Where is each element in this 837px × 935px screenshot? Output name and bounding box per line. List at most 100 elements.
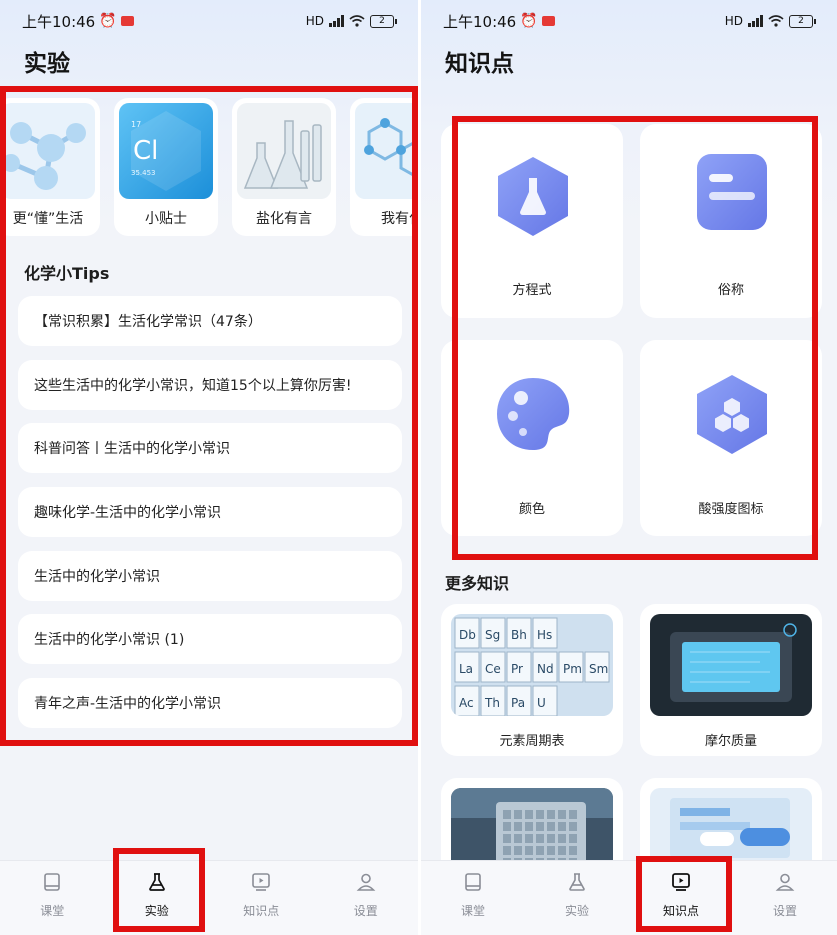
- nav-item-settings[interactable]: 设置: [733, 861, 837, 935]
- experiment-screen: 上午10:46 ⏰ HD 2 实验 更“懂”生活 17 Cl 35.453 小贴…: [0, 0, 418, 935]
- hexagon-cluster-icon: [697, 375, 767, 454]
- nav-label: 实验: [144, 904, 169, 918]
- status-bar: 上午10:46 ⏰ HD 2: [443, 10, 816, 32]
- plate-well: [525, 822, 533, 831]
- plate-well: [514, 810, 522, 819]
- list-item[interactable]: 趣味化学-生活中的化学小常识: [18, 487, 402, 538]
- feature-carousel[interactable]: 更“懂”生活 17 Cl 35.453 小贴士 盐化有言 我有化: [0, 98, 418, 238]
- plate-well: [558, 846, 566, 855]
- plate-well: [569, 822, 577, 831]
- nav-label: 知识点: [662, 904, 699, 918]
- chip-device-image: [650, 614, 812, 716]
- element-symbol: U: [537, 696, 546, 710]
- grid-item-common-name[interactable]: 俗称: [640, 124, 822, 318]
- grid-item-acid-strength[interactable]: 酸强度图标: [640, 340, 822, 536]
- list-item[interactable]: 青年之声-生活中的化学小常识: [18, 678, 402, 729]
- grid-item-color[interactable]: 颜色: [441, 340, 623, 536]
- card-label: 盐化有言: [256, 211, 312, 227]
- carousel-card[interactable]: 我有化: [350, 98, 418, 236]
- element-symbol: Th: [484, 696, 500, 710]
- tips-section-title: 化学小Tips: [24, 264, 110, 283]
- bottom-nav: 课堂 实验 知识点 设置: [421, 860, 837, 935]
- nav-label: 设置: [353, 904, 378, 918]
- palette-icon: [497, 378, 570, 450]
- nav-item-experiment[interactable]: 实验: [525, 861, 629, 935]
- flask-hexagon-icon: [498, 157, 568, 236]
- plate-well: [569, 846, 577, 855]
- page-title: 实验: [24, 51, 70, 77]
- wifi-icon: [349, 15, 365, 27]
- chlorine-element-image: 17 Cl 35.453: [119, 103, 213, 199]
- alarm-icon: ⏰: [520, 13, 538, 29]
- signal-icon: [329, 15, 344, 27]
- document-lines-icon: [697, 154, 767, 230]
- element-symbol: Db: [459, 628, 476, 642]
- nav-item-settings[interactable]: 设置: [314, 861, 419, 935]
- element-mass: 35.453: [131, 169, 156, 177]
- lab-flasks-image: [237, 103, 331, 199]
- plate-well: [503, 846, 511, 855]
- element-symbol: Pm: [563, 662, 582, 676]
- list-item[interactable]: 【常识积累】生活化学常识（47条）: [18, 296, 402, 346]
- bottom-nav: 课堂 实验 知识点 设置: [0, 860, 418, 935]
- periodic-table-image: Db Sg Bh Hs La Ce Pr Nd Pm Sm Ac Th Pa U: [451, 614, 613, 716]
- plate-well: [558, 810, 566, 819]
- grid-label: 酸强度图标: [698, 502, 764, 517]
- element-symbol: Pa: [511, 696, 525, 710]
- more-item-molar-mass[interactable]: 摩尔质量: [640, 604, 822, 756]
- hd-indicator: HD: [305, 14, 324, 28]
- plate-well: [547, 834, 555, 843]
- carousel-card[interactable]: 盐化有言: [232, 98, 336, 236]
- hd-indicator: HD: [724, 14, 743, 28]
- more-item-periodic-table[interactable]: Db Sg Bh Hs La Ce Pr Nd Pm Sm Ac Th Pa U 元素周期表: [441, 604, 623, 756]
- status-time: 上午10:46: [443, 12, 517, 31]
- nav-label: 课堂: [460, 904, 485, 918]
- list-item[interactable]: 这些生活中的化学小常识，知道15个以上算你厉害!: [18, 359, 402, 410]
- battery-icon: 2: [789, 14, 816, 28]
- element-symbol: Ce: [485, 662, 501, 676]
- plate-well: [525, 810, 533, 819]
- plate-well: [536, 834, 544, 843]
- element-symbol: Ac: [459, 696, 474, 710]
- card-label: 我有化: [381, 211, 418, 227]
- element-symbol: Sg: [485, 628, 500, 642]
- more-label: 元素周期表: [499, 734, 565, 749]
- wifi-icon: [768, 15, 784, 27]
- nav-label: 课堂: [40, 904, 65, 918]
- carousel-card[interactable]: 更“懂”生活: [0, 98, 100, 236]
- element-number: 17: [131, 120, 141, 129]
- list-item[interactable]: 科普问答丨生活中的化学小常识: [18, 423, 402, 474]
- plate-well: [558, 822, 566, 831]
- flask-icon: [569, 873, 585, 891]
- alarm-icon: ⏰: [99, 13, 117, 29]
- molecule-network-image: [355, 103, 418, 199]
- nav-item-knowledge[interactable]: 知识点: [629, 861, 733, 935]
- plate-well: [547, 810, 555, 819]
- element-symbol: Pr: [511, 662, 523, 676]
- flask-icon: [148, 873, 165, 891]
- plate-well: [569, 810, 577, 819]
- nav-label: 实验: [564, 904, 589, 918]
- element-symbol: Hs: [537, 628, 552, 642]
- list-item[interactable]: 生活中的化学小常识 (1): [18, 614, 402, 665]
- carousel-card[interactable]: 17 Cl 35.453 小贴士: [114, 98, 218, 236]
- nav-item-experiment[interactable]: 实验: [105, 861, 210, 935]
- plate-well: [514, 822, 522, 831]
- plate-well: [503, 822, 511, 831]
- nav-label: 知识点: [243, 904, 280, 918]
- plate-well: [558, 834, 566, 843]
- page-title: 知识点: [445, 51, 514, 77]
- nav-item-knowledge[interactable]: 知识点: [209, 861, 314, 935]
- battery-icon: 2: [370, 14, 397, 28]
- play-screen-icon: [672, 873, 690, 891]
- user-icon: [775, 873, 795, 891]
- grid-label: 俗称: [717, 283, 744, 298]
- element-symbol: Bh: [511, 628, 527, 642]
- grid-item-equation[interactable]: 方程式: [441, 124, 623, 318]
- plate-well: [536, 810, 544, 819]
- nav-item-classroom[interactable]: 课堂: [0, 861, 105, 935]
- list-item[interactable]: 生活中的化学小常识: [18, 550, 402, 601]
- element-symbol: Cl: [133, 136, 158, 166]
- nav-item-classroom[interactable]: 课堂: [421, 861, 525, 935]
- grid-label: 颜色: [518, 502, 545, 517]
